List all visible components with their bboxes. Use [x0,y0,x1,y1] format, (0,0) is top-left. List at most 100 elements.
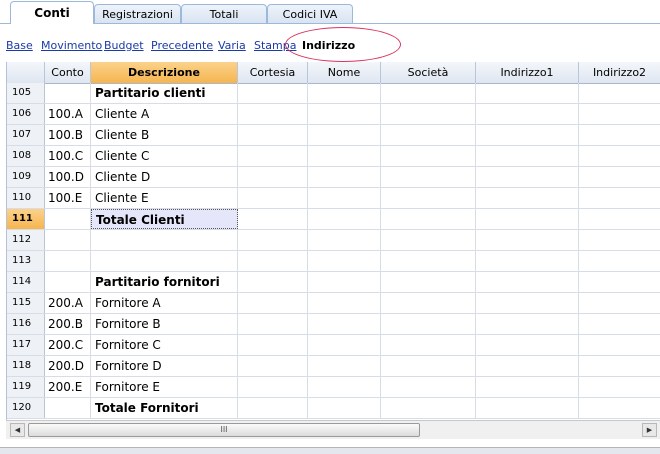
cell-indirizzo1[interactable] [476,251,579,271]
cell-indirizzo2[interactable] [579,377,660,397]
row-number[interactable]: 117 [7,335,45,355]
cell-descrizione[interactable]: Cliente D [91,167,238,187]
cell-nome[interactable] [308,83,381,103]
cell-societa[interactable] [381,335,476,355]
cell-indirizzo1[interactable] [476,188,579,208]
cell-descrizione[interactable]: Fornitore C [91,335,238,355]
cell-descrizione[interactable]: Fornitore E [91,377,238,397]
cell-societa[interactable] [381,251,476,271]
cell-cortesia[interactable] [238,335,308,355]
cell-cortesia[interactable] [238,104,308,124]
cell-descrizione[interactable]: Cliente C [91,146,238,166]
cell-cortesia[interactable] [238,293,308,313]
cell-cortesia[interactable] [238,188,308,208]
cell-descrizione[interactable]: Partitario clienti [91,83,238,103]
cell-nome[interactable] [308,251,381,271]
cell-cortesia[interactable] [238,209,308,229]
cell-indirizzo1[interactable] [476,125,579,145]
cell-descrizione[interactable]: Cliente A [91,104,238,124]
table-row[interactable]: 110 100.E Cliente E [7,188,660,209]
cell-cortesia[interactable] [238,356,308,376]
cell-conto[interactable] [45,209,91,229]
cell-nome[interactable] [308,293,381,313]
cell-indirizzo1[interactable] [476,83,579,103]
row-number[interactable]: 119 [7,377,45,397]
table-row[interactable]: 113 [7,251,660,272]
table-row[interactable]: 119 200.E Fornitore E [7,377,660,398]
cell-societa[interactable] [381,398,476,418]
cell-nome[interactable] [308,104,381,124]
cell-nome[interactable] [308,314,381,334]
cell-conto[interactable]: 200.C [45,335,91,355]
cell-descrizione[interactable] [91,230,238,250]
cell-societa[interactable] [381,230,476,250]
cell-conto[interactable]: 100.D [45,167,91,187]
cell-indirizzo1[interactable] [476,377,579,397]
cell-descrizione[interactable]: Partitario fornitori [91,272,238,292]
cell-descrizione[interactable]: Fornitore B [91,314,238,334]
cell-cortesia[interactable] [238,146,308,166]
cell-societa[interactable] [381,167,476,187]
row-number[interactable]: 118 [7,356,45,376]
column-header-cortesia[interactable]: Cortesia [238,62,308,83]
cell-descrizione[interactable]: Cliente E [91,188,238,208]
cell-indirizzo2[interactable] [579,209,660,229]
cell-nome[interactable] [308,377,381,397]
cell-descrizione[interactable]: Fornitore D [91,356,238,376]
row-number[interactable]: 120 [7,398,45,418]
row-number[interactable]: 107 [7,125,45,145]
cell-cortesia[interactable] [238,377,308,397]
row-number[interactable]: 113 [7,251,45,271]
cell-nome[interactable] [308,398,381,418]
cell-conto[interactable]: 100.A [45,104,91,124]
table-row[interactable]: 106 100.A Cliente A [7,104,660,125]
cell-indirizzo2[interactable] [579,335,660,355]
view-varia-link[interactable]: Varia [218,39,246,52]
row-number[interactable]: 105 [7,83,45,103]
cell-societa[interactable] [381,293,476,313]
cell-nome[interactable] [308,167,381,187]
cell-conto[interactable]: 100.C [45,146,91,166]
table-row[interactable]: 111 Totale Clienti [7,209,660,230]
column-header-nome[interactable]: Nome [308,62,381,83]
cell-indirizzo1[interactable] [476,293,579,313]
table-row[interactable]: 108 100.C Cliente C [7,146,660,167]
cell-conto[interactable]: 100.E [45,188,91,208]
cell-conto[interactable]: 100.B [45,125,91,145]
cell-indirizzo2[interactable] [579,293,660,313]
cell-indirizzo2[interactable] [579,272,660,292]
cell-indirizzo1[interactable] [476,230,579,250]
cell-nome[interactable] [308,188,381,208]
cell-indirizzo2[interactable] [579,146,660,166]
tab-conti[interactable]: Conti [10,1,94,24]
horizontal-scrollbar[interactable]: ◀ III ▶ [6,420,660,439]
cell-indirizzo2[interactable] [579,398,660,418]
view-movimento-link[interactable]: Movimento [41,39,102,52]
cell-descrizione[interactable]: Totale Fornitori [91,398,238,418]
view-stampa-link[interactable]: Stampa [254,39,296,52]
cell-conto[interactable] [45,251,91,271]
cell-conto[interactable]: 200.A [45,293,91,313]
cell-indirizzo1[interactable] [476,104,579,124]
row-number[interactable]: 110 [7,188,45,208]
cell-cortesia[interactable] [238,83,308,103]
cell-indirizzo2[interactable] [579,188,660,208]
cell-conto[interactable]: 200.E [45,377,91,397]
cell-cortesia[interactable] [238,314,308,334]
cell-societa[interactable] [381,104,476,124]
cell-indirizzo1[interactable] [476,356,579,376]
table-row[interactable]: 120 Totale Fornitori [7,398,660,419]
cell-conto[interactable]: 200.D [45,356,91,376]
table-row[interactable]: 107 100.B Cliente B [7,125,660,146]
row-number[interactable]: 109 [7,167,45,187]
table-row[interactable]: 114 Partitario fornitori [7,272,660,293]
table-row[interactable]: 112 [7,230,660,251]
column-header-societa[interactable]: Società [381,62,476,83]
cell-indirizzo1[interactable] [476,209,579,229]
cell-indirizzo1[interactable] [476,146,579,166]
cell-indirizzo1[interactable] [476,272,579,292]
table-row[interactable]: 116 200.B Fornitore B [7,314,660,335]
table-row[interactable]: 109 100.D Cliente D [7,167,660,188]
cell-societa[interactable] [381,272,476,292]
cell-indirizzo2[interactable] [579,125,660,145]
